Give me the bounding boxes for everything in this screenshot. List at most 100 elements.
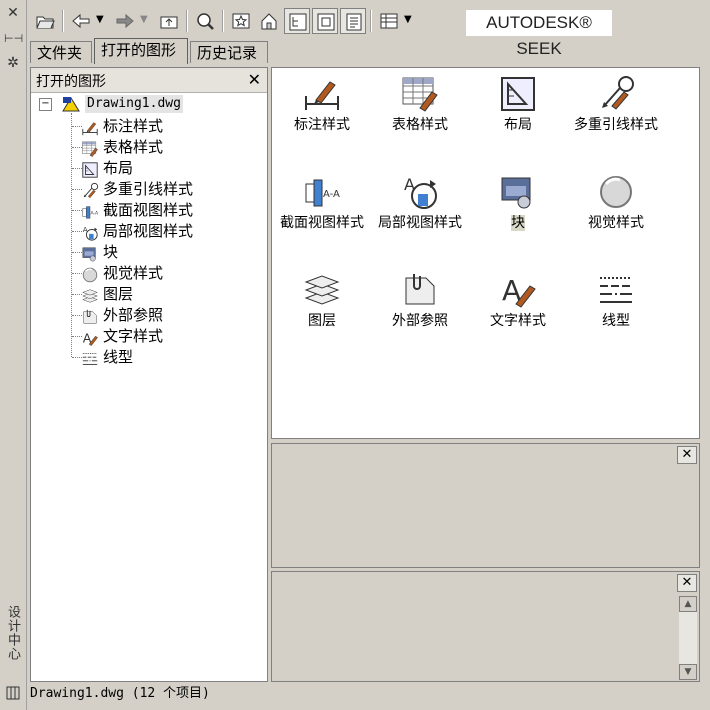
forward-button[interactable] <box>112 8 138 34</box>
tree-item-label: 视觉样式 <box>103 264 164 282</box>
section-view-style-icon: A-A <box>81 203 99 219</box>
back-dropdown-icon[interactable]: ▼ <box>96 14 104 25</box>
preview-panel: ✕ <box>271 443 700 568</box>
content-item[interactable]: 线型 <box>568 270 664 329</box>
up-folder-icon <box>160 16 178 29</box>
description-close-icon[interactable]: ✕ <box>677 574 697 592</box>
tree-header: 打开的图形 ✕ <box>31 68 267 93</box>
tab-folders[interactable]: 文件夹 <box>30 41 92 63</box>
load-button[interactable] <box>32 8 58 34</box>
tree-view-toggle-button[interactable] <box>284 8 310 34</box>
back-button[interactable] <box>68 8 94 34</box>
tab-history[interactable]: 历史记录 <box>190 41 268 63</box>
tree-item-label: 文字样式 <box>103 327 164 345</box>
content-item[interactable]: A 局部视图样式 <box>372 172 468 231</box>
back-arrow-icon <box>72 13 90 29</box>
tree-item-label: 布局 <box>103 159 134 177</box>
content-item[interactable]: 图层 <box>274 270 370 329</box>
tree-root-drawing[interactable]: Drawing1.dwg <box>85 95 183 113</box>
tree-item[interactable]: 块 <box>81 242 118 262</box>
scroll-down-icon[interactable]: ▼ <box>679 664 697 680</box>
tree-item[interactable]: 布局 <box>81 158 133 178</box>
home-button[interactable] <box>256 8 282 34</box>
tree-item-label: 标注样式 <box>103 117 164 135</box>
layout-icon <box>498 74 538 114</box>
preview-close-icon[interactable]: ✕ <box>677 446 697 464</box>
auto-hide-icon[interactable]: ⊢⊣ <box>4 30 23 48</box>
tree-item[interactable]: 外部参照 <box>81 305 163 325</box>
linetype-icon <box>596 270 636 310</box>
up-button[interactable] <box>156 8 182 34</box>
tree-item[interactable]: A 局部视图样式 <box>81 221 193 241</box>
description-panel: ✕ ▲ ▼ <box>271 571 700 682</box>
palette-side-strip: ✕ ⊢⊣ ✲ 设计中心 <box>0 0 27 710</box>
description-toggle-button[interactable] <box>340 8 366 34</box>
content-item[interactable]: 视觉样式 <box>568 172 664 231</box>
forward-arrow-icon <box>116 13 134 29</box>
content-item[interactable]: 布局 <box>470 74 566 133</box>
content-item[interactable]: 多重引线样式 <box>568 74 664 133</box>
multileader-style-icon <box>81 182 99 198</box>
section-view-style-icon: A-A <box>302 172 342 212</box>
favorites-button[interactable] <box>228 8 254 34</box>
tree-item-label: 线型 <box>103 348 134 366</box>
tree-item[interactable]: 图层 <box>81 284 133 304</box>
visual-style-icon <box>596 172 636 212</box>
toolbar: ▼ ▼ ▼ AUTODESK® SEEK <box>28 4 708 58</box>
text-style-icon: A <box>498 270 538 310</box>
table-style-icon <box>81 140 99 157</box>
content-item[interactable]: 标注样式 <box>274 74 370 133</box>
svg-text:A-A: A-A <box>90 210 99 216</box>
tree-item-label: 图层 <box>103 285 134 303</box>
palette-title: 设计中心 <box>5 605 20 661</box>
tree-item-label: 外部参照 <box>103 306 164 324</box>
preview-icon <box>317 13 335 31</box>
search-button[interactable] <box>192 8 218 34</box>
detail-view-style-icon: A <box>400 172 440 212</box>
content-item-label: 截面视图样式 <box>280 215 364 231</box>
dimension-style-icon <box>302 74 342 114</box>
content-item[interactable]: 外部参照 <box>372 270 468 329</box>
visual-style-icon <box>81 266 99 282</box>
tree-item-label: 局部视图样式 <box>103 222 194 240</box>
close-palette-icon[interactable]: ✕ <box>4 4 22 22</box>
xref-icon <box>81 308 99 324</box>
linetype-icon <box>81 350 99 366</box>
text-style-icon: A <box>81 329 99 346</box>
content-item[interactable]: A 文字样式 <box>470 270 566 329</box>
tree-item[interactable]: 视觉样式 <box>81 263 163 283</box>
multileader-style-icon <box>596 74 636 114</box>
tree-close-icon[interactable]: ✕ <box>248 70 261 89</box>
content-item[interactable]: A-A 截面视图样式 <box>274 172 370 231</box>
description-icon <box>346 13 362 31</box>
dimension-style-icon <box>81 119 99 135</box>
tree-item[interactable]: A-A 截面视图样式 <box>81 200 193 220</box>
preview-toggle-button[interactable] <box>312 8 338 34</box>
svg-text:A-A: A-A <box>323 189 340 200</box>
tree-item[interactable]: 标注样式 <box>81 116 163 136</box>
properties-gear-icon[interactable]: ✲ <box>4 54 22 72</box>
content-item[interactable]: 块 <box>470 172 566 231</box>
tree-item[interactable]: 多重引线样式 <box>81 179 193 199</box>
forward-dropdown-icon[interactable]: ▼ <box>140 14 148 25</box>
tab-open-drawings[interactable]: 打开的图形 <box>94 38 188 64</box>
favorites-star-icon <box>232 13 250 29</box>
views-button[interactable] <box>376 8 402 34</box>
content-item-label: 块 <box>511 215 525 231</box>
search-icon <box>197 13 214 30</box>
content-item[interactable]: 表格样式 <box>372 74 468 133</box>
tree-item[interactable]: 线型 <box>81 347 133 367</box>
tree-item-label: 多重引线样式 <box>103 180 194 198</box>
tree-item[interactable]: 表格样式 <box>81 137 163 157</box>
description-scrollbar[interactable]: ▲ ▼ <box>679 596 697 680</box>
scroll-up-icon[interactable]: ▲ <box>679 596 697 612</box>
collapse-toggle-icon[interactable]: − <box>39 98 52 111</box>
views-dropdown-icon[interactable]: ▼ <box>404 14 412 25</box>
layer-icon <box>81 287 99 303</box>
content-item-label: 表格样式 <box>392 117 448 133</box>
autodesk-seek-button[interactable]: AUTODESK® SEEK <box>466 10 612 58</box>
tree-item[interactable]: A 文字样式 <box>81 326 163 346</box>
content-item-label: 线型 <box>602 313 630 329</box>
status-bar: Drawing1.dwg (12 个项目) <box>0 684 710 708</box>
content-item-label: 标注样式 <box>294 117 350 133</box>
